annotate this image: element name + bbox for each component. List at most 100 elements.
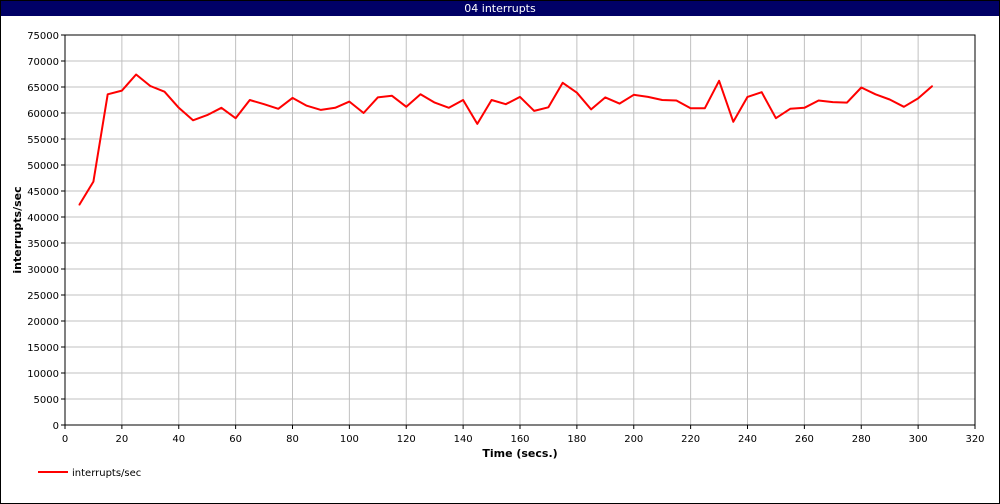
data-point	[718, 80, 720, 82]
data-point	[92, 181, 95, 183]
y-tick-label: 10000	[27, 369, 59, 380]
data-point	[348, 100, 350, 103]
data-point	[434, 102, 436, 104]
data-point	[320, 109, 322, 111]
data-point	[192, 119, 194, 121]
y-tick-label: 45000	[27, 187, 59, 198]
data-point	[661, 99, 663, 101]
data-point	[149, 85, 151, 87]
data-point	[220, 107, 223, 109]
data-point	[291, 97, 294, 99]
x-axis-label: Time (secs.)	[482, 447, 557, 460]
data-point	[462, 99, 464, 101]
data-point	[391, 95, 393, 97]
data-point	[107, 93, 109, 95]
x-tick-label: 20	[116, 434, 129, 445]
data-point	[746, 96, 749, 98]
data-point	[704, 107, 706, 109]
x-tick-label: 240	[738, 434, 757, 445]
data-point	[576, 92, 578, 94]
data-point	[633, 94, 635, 96]
y-tick-label: 65000	[27, 83, 59, 94]
y-tick-label: 20000	[27, 317, 59, 328]
x-tick-label: 320	[965, 434, 984, 445]
data-point	[647, 96, 649, 98]
data-point	[533, 110, 535, 112]
y-tick-label: 15000	[27, 343, 59, 354]
x-tick-label: 100	[340, 434, 359, 445]
x-tick-label: 180	[567, 434, 586, 445]
tick-labels: 0 20 40 60 80 100 120 140 160 180 200 220 240 260 280 3…	[27, 31, 984, 445]
data-point	[405, 106, 407, 108]
x-tick-label: 120	[397, 434, 416, 445]
x-tick-label: 40	[172, 434, 185, 445]
data-point	[789, 108, 791, 110]
x-tick-label: 0	[62, 434, 68, 445]
data-point	[448, 107, 450, 109]
data-point	[874, 93, 877, 95]
data-point	[604, 96, 606, 98]
y-tick-label: 5000	[34, 395, 59, 406]
data-point	[590, 108, 592, 110]
y-tick-label: 55000	[27, 135, 59, 146]
data-point	[249, 99, 251, 101]
data-point	[675, 99, 678, 102]
data-point	[931, 85, 933, 87]
data-point	[163, 91, 166, 93]
data-point	[490, 99, 493, 101]
data-point	[803, 107, 805, 109]
y-tick-label: 0	[53, 421, 59, 432]
y-tick-label: 25000	[27, 291, 59, 302]
data-point	[206, 114, 208, 116]
x-tick-label: 260	[795, 434, 814, 445]
data-point	[263, 103, 265, 105]
data-point	[362, 112, 365, 114]
y-tick-label: 35000	[27, 239, 59, 250]
y-tick-label: 70000	[27, 57, 59, 68]
data-point	[817, 99, 820, 102]
data-point	[78, 204, 80, 206]
data-point	[846, 102, 848, 104]
x-tick-label: 140	[454, 434, 473, 445]
data-point	[277, 108, 279, 110]
legend-label: interrupts/sec	[72, 468, 141, 479]
data-point	[235, 117, 237, 119]
x-tick-label: 60	[229, 434, 242, 445]
data-point	[690, 107, 692, 109]
data-point	[903, 106, 905, 108]
x-tick-label: 300	[909, 434, 928, 445]
data-point	[761, 91, 763, 93]
data-point	[917, 97, 919, 100]
grid-lines	[64, 34, 976, 426]
y-axis-label: interrupts/sec	[11, 186, 24, 273]
x-tick-label: 220	[681, 434, 700, 445]
data-point	[889, 98, 891, 101]
x-tick-label: 200	[624, 434, 643, 445]
y-tick-label: 75000	[27, 31, 59, 42]
data-point	[135, 73, 137, 76]
chart-svg: 0 20 40 60 80 100 120 140 160 180 200 220 240 260 280 3…	[11, 31, 985, 479]
data-point	[377, 96, 379, 98]
data-point	[860, 86, 862, 89]
x-tick-label: 160	[510, 434, 529, 445]
y-tick-label: 40000	[27, 213, 59, 224]
data-point	[732, 121, 734, 123]
data-point	[419, 93, 422, 95]
data-point	[832, 101, 834, 103]
data-point	[476, 123, 478, 125]
data-point	[334, 107, 336, 109]
data-point	[775, 117, 777, 119]
data-point	[121, 90, 123, 92]
x-tick-label: 280	[852, 434, 871, 445]
data-point	[306, 105, 308, 107]
data-point	[618, 103, 621, 105]
data-point	[547, 106, 550, 108]
data-point	[562, 82, 564, 84]
data-point	[505, 103, 507, 105]
y-tick-label: 50000	[27, 161, 59, 172]
y-tick-label: 60000	[27, 109, 59, 120]
x-tick-label: 80	[286, 434, 299, 445]
data-point	[519, 96, 521, 98]
data-point	[178, 107, 180, 109]
y-tick-label: 30000	[27, 265, 59, 276]
